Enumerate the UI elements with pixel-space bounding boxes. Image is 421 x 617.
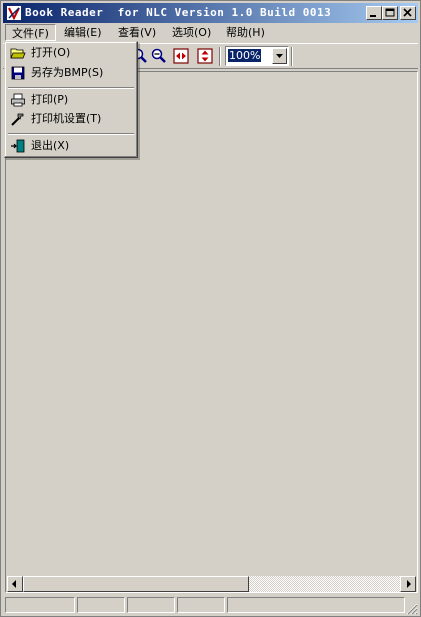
menu-view[interactable]: 查看(V)	[112, 24, 162, 41]
maximize-button[interactable]	[382, 6, 398, 20]
minimize-icon	[370, 15, 376, 17]
printer-setup-icon	[11, 113, 24, 126]
minimize-button[interactable]	[366, 6, 382, 20]
arrow-right-icon	[407, 580, 411, 588]
app-window: Book Reader for NLC Version 1.0 Build 00…	[0, 0, 421, 617]
toolbar-separator	[291, 47, 293, 66]
resize-grip-icon[interactable]	[404, 601, 418, 615]
window-title: Book Reader for NLC Version 1.0 Build 00…	[25, 6, 332, 19]
menu-help[interactable]: 帮助(H)	[220, 24, 271, 41]
file-menu-dropdown: 打开(O) 另存为BMP(S) 打印(P) 打印机设置(T) 退出(X)	[4, 41, 138, 158]
menu-item-label: 打印机设置(T)	[31, 112, 102, 125]
close-button[interactable]	[400, 6, 416, 20]
close-icon	[403, 8, 412, 17]
scroll-thumb[interactable]	[23, 576, 249, 592]
zoom-select[interactable]: 100%	[225, 46, 289, 66]
menu-item-print[interactable]: 打印(P)	[8, 91, 134, 109]
status-bar	[3, 595, 418, 615]
maximize-icon	[385, 8, 395, 17]
zoom-dropdown-button[interactable]	[272, 48, 287, 64]
menu-options[interactable]: 选项(O)	[166, 24, 217, 41]
menu-item-label: 另存为BMP(S)	[31, 66, 104, 79]
arrow-left-icon	[12, 580, 16, 588]
zoom-value: 100%	[228, 49, 262, 62]
status-panel	[77, 597, 125, 613]
printer-icon	[11, 93, 25, 107]
open-folder-icon	[10, 48, 26, 59]
menu-item-label: 打开(O)	[31, 46, 71, 59]
menu-file[interactable]: 文件(F)	[5, 24, 56, 41]
status-panel	[227, 597, 405, 613]
status-panel	[5, 597, 75, 613]
menu-item-label: 退出(X)	[31, 139, 70, 152]
fit-height-icon[interactable]	[196, 47, 214, 65]
menu-separator	[8, 133, 134, 135]
menu-edit[interactable]: 编辑(E)	[58, 24, 108, 41]
menu-separator	[8, 87, 134, 89]
floppy-disk-icon	[11, 66, 25, 80]
title-bar[interactable]: Book Reader for NLC Version 1.0 Build 00…	[3, 3, 418, 23]
toolbar-separator	[219, 47, 221, 66]
menu-item-save-bmp[interactable]: 另存为BMP(S)	[8, 64, 134, 82]
scroll-left-button[interactable]	[7, 576, 23, 592]
scroll-right-button[interactable]	[400, 576, 416, 592]
menu-item-label: 打印(P)	[31, 93, 69, 106]
zoom-out-icon[interactable]	[150, 47, 168, 65]
menu-item-open[interactable]: 打开(O)	[8, 44, 134, 62]
status-panel	[127, 597, 175, 613]
book-reader-app-icon	[7, 6, 21, 21]
menu-bar: 文件(F) 编辑(E) 查看(V) 选项(O) 帮助(H)	[3, 23, 418, 42]
exit-door-icon	[11, 139, 25, 153]
chevron-down-icon	[276, 54, 283, 58]
horizontal-scrollbar[interactable]	[7, 576, 416, 592]
menu-item-exit[interactable]: 退出(X)	[8, 137, 134, 155]
fit-width-icon[interactable]	[172, 47, 190, 65]
menu-item-print-setup[interactable]: 打印机设置(T)	[8, 110, 134, 128]
status-panel	[177, 597, 225, 613]
